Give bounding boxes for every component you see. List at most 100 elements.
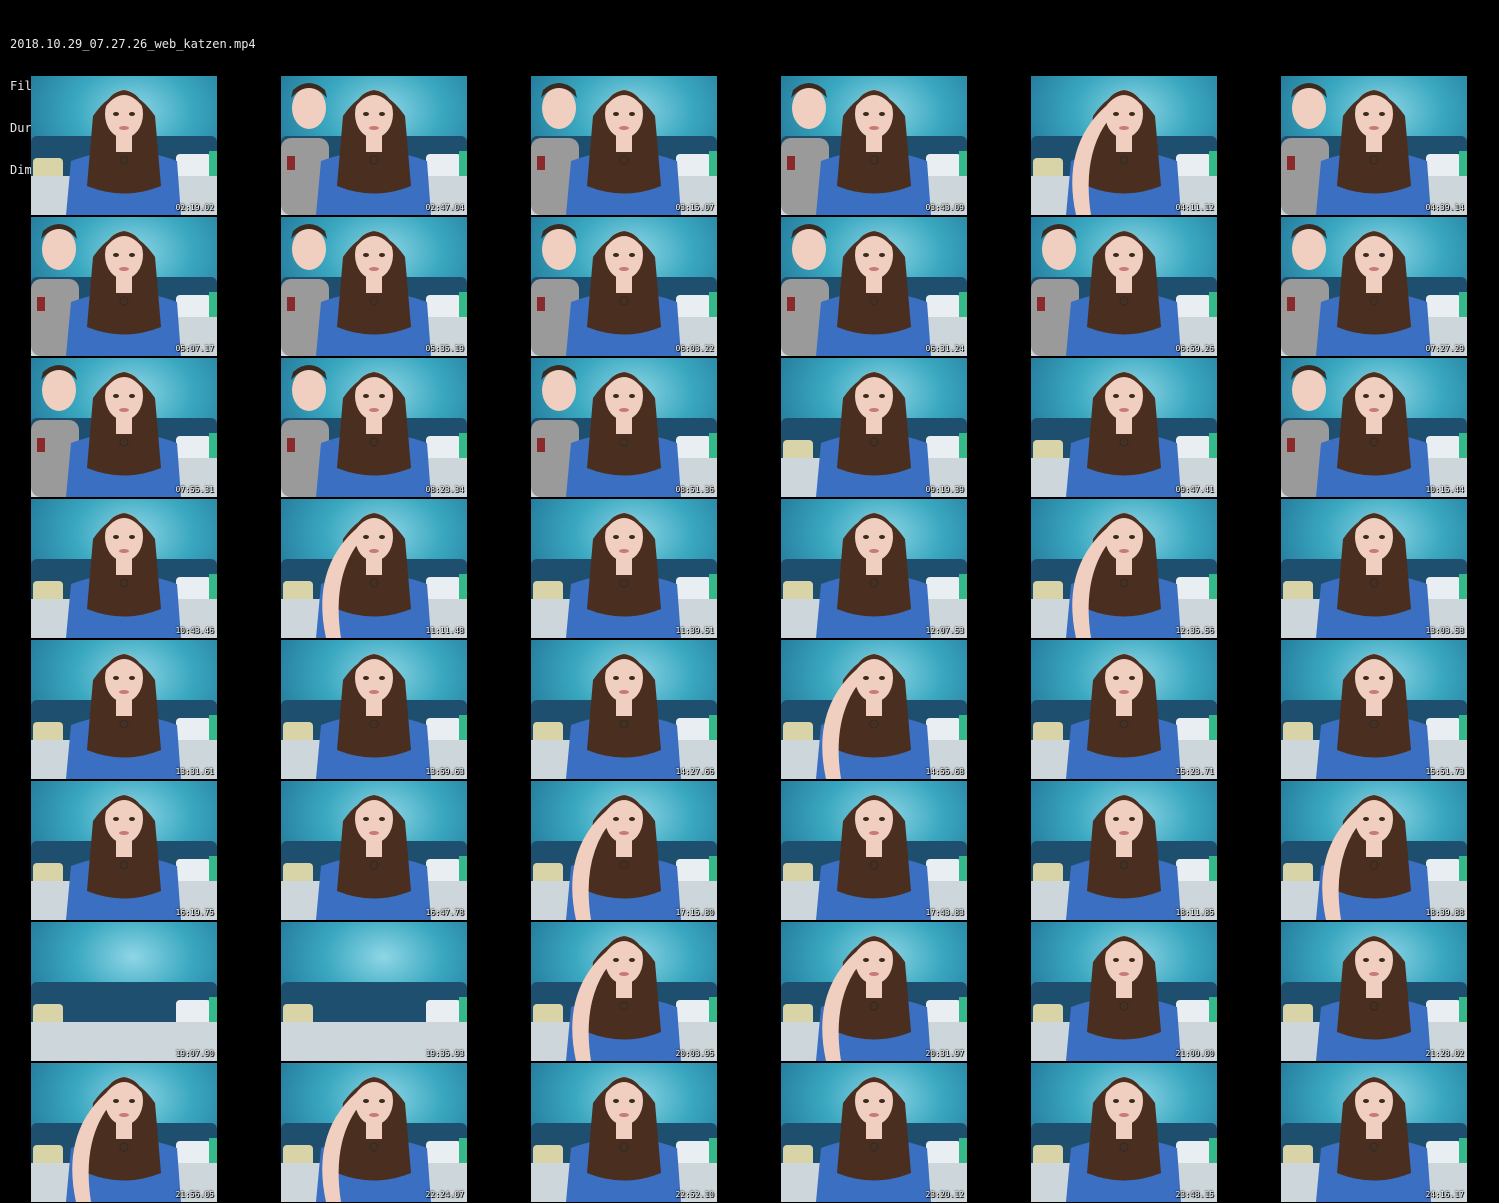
video-thumbnail: 23:20.12	[781, 1063, 967, 1202]
video-thumbnail: 06:31.24	[781, 217, 967, 356]
thumbnail-frame-image	[281, 781, 467, 920]
video-thumbnail: 04:39.14	[1281, 76, 1467, 215]
video-thumbnail: 11:39.51	[531, 499, 717, 638]
thumbnail-frame-image	[31, 76, 217, 215]
video-thumbnail: 17:43.83	[781, 781, 967, 920]
video-thumbnail: 10:43.46	[31, 499, 217, 638]
thumbnail-timestamp: 20:31.97	[925, 1049, 964, 1058]
video-thumbnail: 05:35.19	[281, 217, 467, 356]
video-thumbnail: 22:24.07	[281, 1063, 467, 1202]
thumbnail-timestamp: 22:24.07	[425, 1190, 464, 1199]
thumbnail-timestamp: 03:15.07	[675, 203, 714, 212]
thumbnail-timestamp: 09:19.39	[925, 485, 964, 494]
thumbnail-timestamp: 12:35.56	[1175, 626, 1214, 635]
video-thumbnail: 14:27.66	[531, 640, 717, 779]
thumbnail-frame-image	[1281, 358, 1467, 497]
thumbnail-frame-image	[781, 1063, 967, 1202]
thumbnail-frame-image	[1031, 499, 1217, 638]
thumbnail-frame-image	[31, 1063, 217, 1202]
video-thumbnail: 09:47.41	[1031, 358, 1217, 497]
video-thumbnail: 10:15.44	[1281, 358, 1467, 497]
thumbnail-frame-image	[1031, 922, 1217, 1061]
thumbnail-frame-image	[1281, 1063, 1467, 1202]
video-thumbnail: 06:59.26	[1031, 217, 1217, 356]
video-thumbnail: 09:19.39	[781, 358, 967, 497]
video-thumbnail: 02:19.02	[31, 76, 217, 215]
thumbnail-timestamp: 19:07.90	[175, 1049, 214, 1058]
thumbnail-frame-image	[781, 640, 967, 779]
video-thumbnail: 23:48.15	[1031, 1063, 1217, 1202]
video-thumbnail: 21:00.00	[1031, 922, 1217, 1061]
video-thumbnail: 18:39.88	[1281, 781, 1467, 920]
thumbnail-frame-image	[1281, 922, 1467, 1061]
video-thumbnail: 17:15.80	[531, 781, 717, 920]
thumbnail-timestamp: 13:31.61	[175, 767, 214, 776]
thumbnail-timestamp: 12:07.53	[925, 626, 964, 635]
thumbnail-frame-image	[1281, 640, 1467, 779]
thumbnail-timestamp: 07:55.31	[175, 485, 214, 494]
thumbnail-timestamp: 08:23.34	[425, 485, 464, 494]
thumbnail-frame-image	[1281, 76, 1467, 215]
thumbnail-frame-image	[1031, 781, 1217, 920]
thumbnail-frame-image	[531, 922, 717, 1061]
thumbnail-timestamp: 17:43.83	[925, 908, 964, 917]
thumbnail-frame-image	[781, 358, 967, 497]
thumbnail-timestamp: 17:15.80	[675, 908, 714, 917]
video-thumbnail: 08:51.36	[531, 358, 717, 497]
thumbnail-timestamp: 02:19.02	[175, 203, 214, 212]
video-thumbnail: 19:35.93	[281, 922, 467, 1061]
thumbnail-timestamp: 21:28.02	[1425, 1049, 1464, 1058]
thumbnail-frame-image	[531, 76, 717, 215]
video-thumbnail: 02:47.04	[281, 76, 467, 215]
thumbnail-frame-image	[1281, 217, 1467, 356]
thumbnail-frame-image	[531, 640, 717, 779]
thumbnail-frame-image	[281, 1063, 467, 1202]
thumbnail-timestamp: 02:47.04	[425, 203, 464, 212]
thumbnail-timestamp: 05:07.17	[175, 344, 214, 353]
thumbnail-frame-image	[781, 499, 967, 638]
video-thumbnail: 13:59.63	[281, 640, 467, 779]
thumbnail-frame-image	[281, 922, 467, 1061]
thumbnail-frame-image	[1281, 499, 1467, 638]
thumbnail-frame-image	[1031, 358, 1217, 497]
thumbnail-timestamp: 03:43.09	[925, 203, 964, 212]
video-thumbnail: 03:43.09	[781, 76, 967, 215]
thumbnail-frame-image	[781, 217, 967, 356]
thumbnail-frame-image	[531, 1063, 717, 1202]
video-thumbnail: 13:31.61	[31, 640, 217, 779]
video-thumbnail: 04:11.12	[1031, 76, 1217, 215]
thumbnail-timestamp: 04:39.14	[1425, 203, 1464, 212]
video-thumbnail: 08:23.34	[281, 358, 467, 497]
video-thumbnail: 20:03.95	[531, 922, 717, 1061]
video-thumbnail: 19:07.90	[31, 922, 217, 1061]
thumbnail-frame-image	[1031, 1063, 1217, 1202]
thumbnail-frame-image	[31, 217, 217, 356]
thumbnail-timestamp: 21:00.00	[1175, 1049, 1214, 1058]
video-thumbnail: 12:35.56	[1031, 499, 1217, 638]
thumbnail-timestamp: 21:56.05	[175, 1190, 214, 1199]
thumbnail-frame-image	[1031, 640, 1217, 779]
video-thumbnail: 03:15.07	[531, 76, 717, 215]
thumbnail-timestamp: 14:27.66	[675, 767, 714, 776]
video-thumbnail: 06:03.22	[531, 217, 717, 356]
thumbnail-timestamp: 11:39.51	[675, 626, 714, 635]
thumbnail-frame-image	[31, 781, 217, 920]
thumbnail-frame-image	[531, 358, 717, 497]
thumbnail-frame-image	[531, 781, 717, 920]
thumbnail-frame-image	[781, 76, 967, 215]
video-thumbnail: 20:31.97	[781, 922, 967, 1061]
video-thumbnail: 07:55.31	[31, 358, 217, 497]
thumbnail-frame-image	[31, 640, 217, 779]
thumbnail-timestamp: 13:03.58	[1425, 626, 1464, 635]
thumbnail-timestamp: 24:16.17	[1425, 1190, 1464, 1199]
video-thumbnail: 24:16.17	[1281, 1063, 1467, 1202]
thumbnail-frame-image	[781, 781, 967, 920]
thumbnail-timestamp: 22:52.10	[675, 1190, 714, 1199]
thumbnail-frame-image	[1031, 76, 1217, 215]
video-thumbnail: 07:27.29	[1281, 217, 1467, 356]
video-thumbnail: 21:28.02	[1281, 922, 1467, 1061]
thumbnail-timestamp: 23:48.15	[1175, 1190, 1214, 1199]
thumbnail-timestamp: 05:35.19	[425, 344, 464, 353]
video-thumbnail: 21:56.05	[31, 1063, 217, 1202]
thumbnail-timestamp: 10:15.44	[1425, 485, 1464, 494]
